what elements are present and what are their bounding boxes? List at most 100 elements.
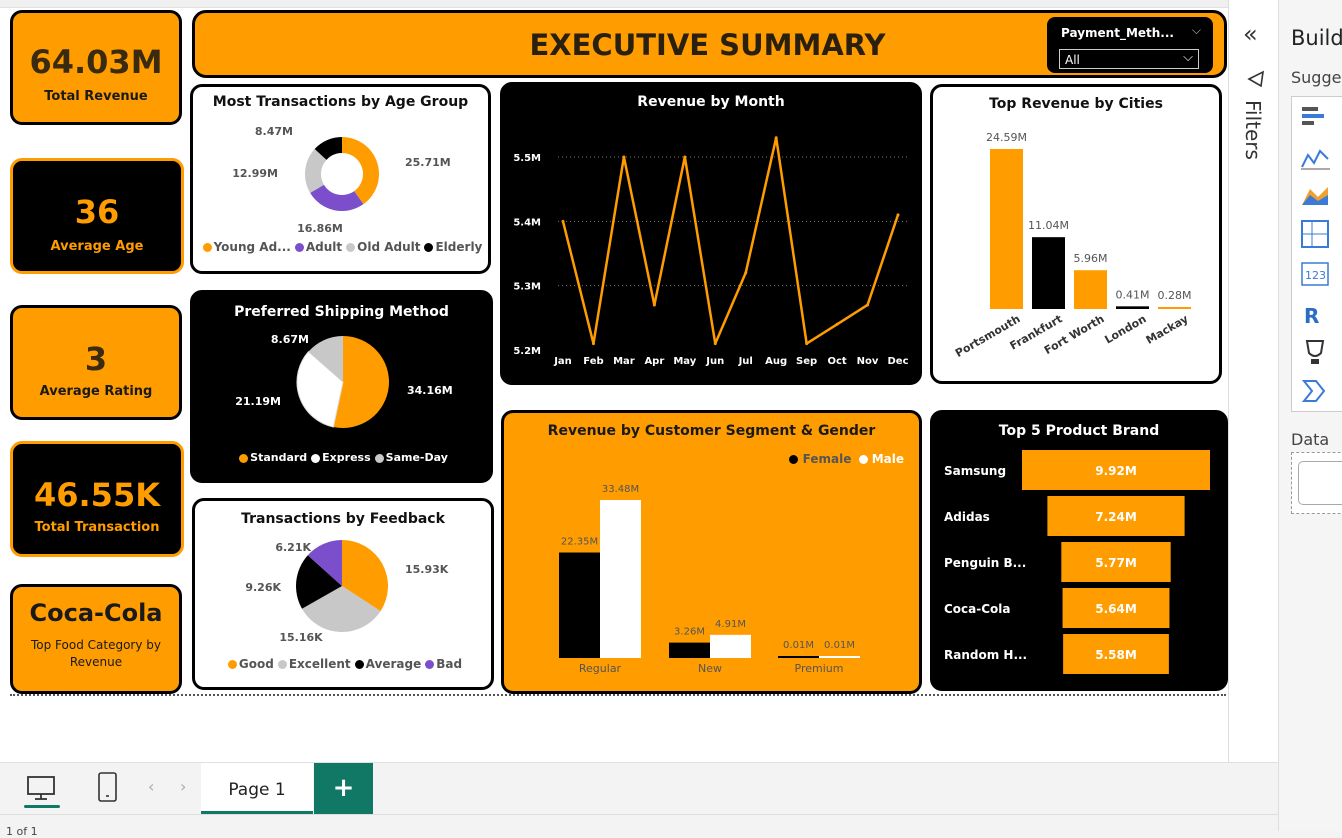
kpi-total-revenue-value: 64.03M bbox=[29, 43, 163, 81]
data-label-fort-worth: 5.96M bbox=[1074, 252, 1108, 265]
legend-swatch-express bbox=[311, 453, 321, 463]
data-label-random-h: 5.58M bbox=[1095, 648, 1137, 662]
segment-gender-visual[interactable]: Revenue by Customer Segment & Gender Fem… bbox=[501, 410, 922, 694]
top-cities-visual[interactable]: Top Revenue by Cities 24.59M Portsmouth 11… bbox=[930, 84, 1222, 384]
data-label-adult: 16.86M bbox=[297, 222, 343, 235]
x-tick-label: Sep bbox=[796, 356, 817, 367]
data-label-mackay: 0.28M bbox=[1158, 289, 1192, 302]
x-tick-label: Jun bbox=[705, 356, 724, 367]
x-tick-label: Jul bbox=[738, 356, 753, 367]
slice-young-adult bbox=[342, 137, 379, 205]
data-search-box[interactable] bbox=[1298, 461, 1342, 505]
legend-item-old-adult: Old Adult bbox=[357, 240, 421, 254]
legend-item-same-day: Same-Day bbox=[385, 451, 448, 464]
add-page-label: + bbox=[332, 773, 355, 803]
data-label-new-female: 3.26M bbox=[674, 627, 705, 638]
data-label-express: 21.19M bbox=[235, 395, 281, 408]
x-tick-label: London bbox=[1102, 312, 1148, 346]
top-brands-visual[interactable]: Top 5 Product Brand Samsung 9.92M Adidas 7.… bbox=[930, 410, 1228, 691]
y-tick-label: 5.3M bbox=[513, 282, 541, 293]
legend-item-young-adult: Young Ad... bbox=[213, 240, 291, 254]
slicer-title: Payment_Meth... bbox=[1061, 26, 1174, 40]
feedback-visual[interactable]: Transactions by Feedback 15.93K 15.16K 9.2… bbox=[192, 498, 494, 690]
legend-swatch-young-adult bbox=[202, 243, 212, 252]
data-label-adidas: 7.24M bbox=[1095, 510, 1137, 524]
kpi-total-revenue[interactable]: 64.03M Total Revenue bbox=[10, 10, 182, 125]
legend-item-excellent: Excellent bbox=[288, 657, 351, 671]
kpi-top-food-label: Top Food Category by Revenue bbox=[30, 638, 161, 669]
canvas-top-strip bbox=[0, 0, 1228, 8]
kpi-top-food-value: Coca-Cola bbox=[29, 599, 163, 627]
bar-premium-female bbox=[778, 656, 819, 658]
x-tick-label: Regular bbox=[579, 662, 622, 675]
x-tick-label: May bbox=[673, 356, 696, 367]
legend-swatch-same-day bbox=[374, 453, 384, 463]
chevron-down-icon: ⌵ bbox=[1183, 50, 1193, 65]
legend-swatch-old-adult bbox=[346, 243, 356, 252]
shipping-legend: Standard Express Same-Day bbox=[193, 451, 490, 464]
build-pane[interactable]: Build Sugges 123 R Data bbox=[1278, 0, 1342, 831]
add-page-button[interactable]: + bbox=[314, 763, 373, 815]
header-banner: EXECUTIVE SUMMARY Payment_Meth... ⌵ All … bbox=[192, 10, 1227, 78]
point-sep bbox=[805, 342, 809, 346]
payment-method-slicer[interactable]: Payment_Meth... ⌵ All ⌵ bbox=[1047, 17, 1213, 73]
shipping-visual[interactable]: Preferred Shipping Method 34.16M 21.19M 8.… bbox=[190, 290, 493, 483]
slicer-dropdown[interactable]: All ⌵ bbox=[1059, 49, 1199, 69]
legend-swatch-adult bbox=[294, 243, 304, 252]
x-tick-label: Mar bbox=[613, 356, 635, 367]
legend-item-good: Good bbox=[238, 657, 274, 671]
top-brands-chart: Samsung 9.92M Adidas 7.24M Penguin B... 5.77M… bbox=[944, 450, 1210, 674]
kpi-average-rating[interactable]: 3 Average Rating bbox=[10, 305, 182, 420]
next-page-icon[interactable]: › bbox=[180, 777, 186, 796]
collapse-chevrons-icon[interactable]: « bbox=[1243, 22, 1258, 46]
monthly-revenue-visual[interactable]: Revenue by Month 5.5M 5.4M 5.3M 5.2M Jan Feb M… bbox=[500, 82, 922, 385]
point-apr bbox=[652, 303, 656, 307]
point-jul bbox=[744, 271, 748, 275]
page-boundary bbox=[10, 694, 1226, 696]
kpi-total-transaction-value: 46.55K bbox=[33, 476, 160, 514]
brand-label: Adidas bbox=[944, 510, 990, 524]
data-label-same-day: 8.67M bbox=[271, 333, 309, 346]
bar-new-female bbox=[669, 642, 710, 658]
trophy-icon bbox=[1305, 340, 1325, 364]
prev-page-icon[interactable]: ‹ bbox=[148, 777, 154, 796]
data-label-premium-female: 0.01M bbox=[783, 640, 814, 651]
stacked-bar-chart-icon bbox=[1302, 107, 1324, 125]
kpi-average-age[interactable]: 36 Average Age bbox=[10, 158, 184, 274]
report-canvas: 64.03M Total Revenue 36 Average Age 3 Av… bbox=[0, 0, 1228, 762]
data-label-average: 9.26K bbox=[245, 581, 281, 594]
point-aug bbox=[774, 136, 778, 140]
mobile-layout-icon[interactable] bbox=[96, 771, 120, 805]
data-label-regular-female: 22.35M bbox=[561, 537, 598, 548]
page-1-tab[interactable]: Page 1 bbox=[201, 763, 313, 815]
slicer-collapse-icon[interactable]: ⌵ bbox=[1192, 23, 1201, 38]
visual-icons: 123 R bbox=[1301, 107, 1330, 402]
revenue-line bbox=[561, 136, 900, 345]
bar-new-male bbox=[710, 634, 751, 658]
bar-mackay bbox=[1158, 307, 1191, 309]
bar-london bbox=[1116, 306, 1149, 309]
data-label-elderly: 8.47M bbox=[255, 125, 293, 138]
r-script-icon: R bbox=[1304, 304, 1319, 328]
svg-text:R: R bbox=[1304, 304, 1319, 328]
data-label-standard: 34.16M bbox=[407, 384, 453, 397]
data-label-new-male: 4.91M bbox=[715, 619, 746, 630]
legend-swatch-excellent bbox=[277, 660, 287, 669]
point-may bbox=[683, 155, 687, 159]
visual-gallery: 123 R bbox=[1291, 96, 1342, 412]
slice-adult bbox=[310, 184, 364, 211]
filters-pane[interactable]: « Filters bbox=[1228, 0, 1278, 762]
line-chart-icon bbox=[1301, 149, 1330, 170]
bar-frankfurt bbox=[1032, 237, 1065, 309]
filters-label[interactable]: Filters bbox=[1241, 100, 1265, 160]
point-feb bbox=[591, 342, 595, 346]
data-label-frankfurt: 11.04M bbox=[1028, 219, 1069, 232]
legend-item-bad: Bad bbox=[436, 657, 463, 671]
kpi-top-food[interactable]: Coca-Cola Top Food Category by Revenue bbox=[10, 584, 182, 694]
kpi-total-transaction[interactable]: 46.55K Total Transaction bbox=[10, 441, 184, 557]
x-tick-label: New bbox=[698, 662, 722, 675]
data-well[interactable] bbox=[1291, 452, 1342, 514]
age-group-visual[interactable]: Most Transactions by Age Group 25.71M 16.… bbox=[190, 84, 491, 274]
kpi-total-revenue-label: Total Revenue bbox=[44, 89, 148, 104]
desktop-layout-icon[interactable] bbox=[25, 773, 57, 805]
